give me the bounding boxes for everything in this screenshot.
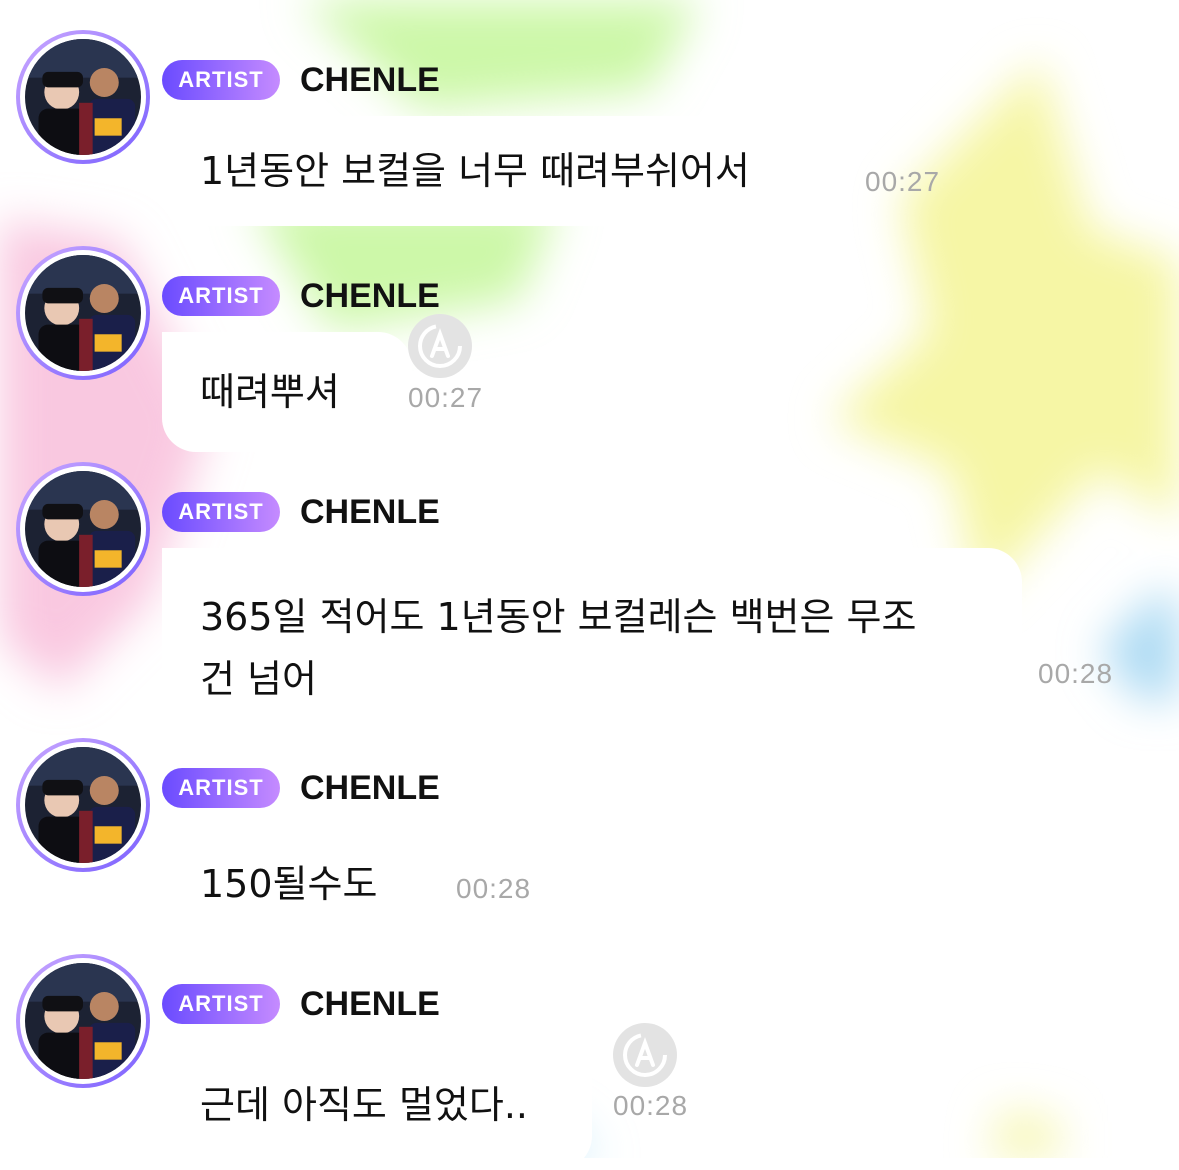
artist-badge: ARTIST xyxy=(162,768,280,808)
translate-icon[interactable] xyxy=(408,314,472,378)
avatar[interactable] xyxy=(16,30,150,164)
message-time: 00:28 xyxy=(1038,658,1114,689)
avatar[interactable] xyxy=(16,954,150,1088)
sender-name: CHENLE xyxy=(300,769,440,807)
avatar-photo xyxy=(25,747,141,863)
avatar[interactable] xyxy=(16,246,150,380)
avatar[interactable] xyxy=(16,738,150,872)
translate-icon[interactable] xyxy=(613,1023,677,1087)
sender-name: CHENLE xyxy=(300,61,440,99)
message-time: 00:27 xyxy=(408,382,484,413)
message-time: 00:28 xyxy=(456,873,532,904)
sender-name: CHENLE xyxy=(300,985,440,1023)
message-bubble[interactable]: 150될수도 xyxy=(162,824,432,944)
message-text: 근데 아직도 멀었다.. xyxy=(200,1083,528,1127)
message-time: 00:28 xyxy=(613,1090,689,1121)
avatar-photo xyxy=(25,471,141,587)
artist-badge: ARTIST xyxy=(162,984,280,1024)
message-text: 1년동안 보컬을 너무 때려부쉬어서 xyxy=(200,149,750,193)
avatar[interactable] xyxy=(16,462,150,596)
avatar-photo xyxy=(25,963,141,1079)
message-bubble[interactable]: 근데 아직도 멀었다.. xyxy=(162,1040,592,1170)
message-text: 때려뿌셔 xyxy=(200,370,340,414)
message-text: 건 넘어 xyxy=(200,657,317,701)
message-bubble[interactable]: 때려뿌셔 xyxy=(162,332,412,452)
sender-name: CHENLE xyxy=(300,277,440,315)
avatar-photo xyxy=(25,39,141,155)
artist-badge: ARTIST xyxy=(162,60,280,100)
message-bubble[interactable]: 1년동안 보컬을 너무 때려부쉬어서 xyxy=(162,116,842,226)
message-bubble[interactable]: 365일 적어도 1년동안 보컬레슨 백번은 무조건 넘어 xyxy=(162,548,1022,748)
message-text: 365일 적어도 1년동안 보컬레슨 백번은 무조 xyxy=(200,595,917,639)
artist-badge: ARTIST xyxy=(162,492,280,532)
message-text: 150될수도 xyxy=(200,862,378,906)
artist-badge: ARTIST xyxy=(162,276,280,316)
avatar-photo xyxy=(25,255,141,371)
sender-name: CHENLE xyxy=(300,493,440,531)
message-time: 00:27 xyxy=(865,166,941,197)
